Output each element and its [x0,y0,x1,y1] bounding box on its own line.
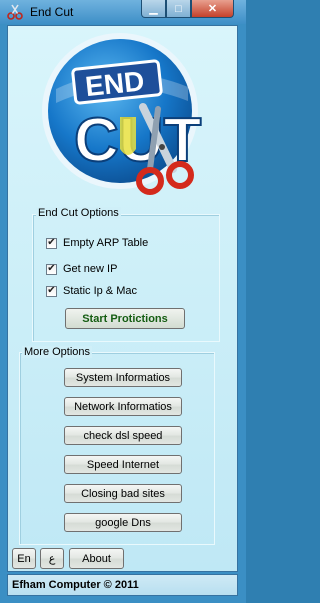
language-en-button[interactable]: En [12,548,36,569]
checkbox-box[interactable]: ✔ [46,263,57,275]
main-panel: END CUT End Cut Options ✔ Empty ARP Tabl… [7,25,238,572]
close-button[interactable]: ✕ [191,0,234,18]
about-button[interactable]: About [69,548,124,569]
google-dns-button[interactable]: google Dns [64,513,182,532]
checkbox-label: Empty ARP Table [63,237,149,249]
checkbox-get-new-ip[interactable]: ✔ Get new IP [46,263,117,275]
minimize-button[interactable]: ▁ [141,0,166,18]
checkbox-box[interactable]: ✔ [46,237,57,249]
app-window: End Cut ▁ □ ✕ END CUT End Cut Options ✔ … [0,0,246,603]
logo-text-top: END [84,65,146,102]
status-bar: Efham Computer © 2011 [7,574,238,596]
start-protections-button[interactable]: Start Protictions [65,308,185,329]
checkbox-box[interactable]: ✔ [46,285,57,297]
more-options-legend: More Options [22,346,93,358]
maximize-button[interactable]: □ [166,0,191,18]
end-cut-options-legend: End Cut Options [36,207,121,219]
system-information-button[interactable]: System Informatios [64,368,182,387]
scissors-icon [7,4,23,20]
title-bar[interactable]: End Cut ▁ □ ✕ [0,0,246,24]
language-ar-button[interactable]: ع [40,548,64,569]
end-cut-logo: END CUT [42,33,203,195]
maximize-icon: □ [175,2,182,15]
checkbox-label: Static Ip & Mac [63,285,137,297]
check-dsl-speed-button[interactable]: check dsl speed [64,426,182,445]
closing-bad-sites-button[interactable]: Closing bad sites [64,484,182,503]
checkbox-label: Get new IP [63,263,118,275]
checkbox-static-ip-mac[interactable]: ✔ Static Ip & Mac [46,285,137,297]
speed-internet-button[interactable]: Speed Internet [64,455,182,474]
network-information-button[interactable]: Network Informatios [64,397,182,416]
window-title: End Cut [30,5,74,19]
close-icon: ✕ [207,3,218,15]
minimize-icon: ▁ [149,3,158,15]
checkbox-empty-arp[interactable]: ✔ Empty ARP Table [46,237,148,249]
